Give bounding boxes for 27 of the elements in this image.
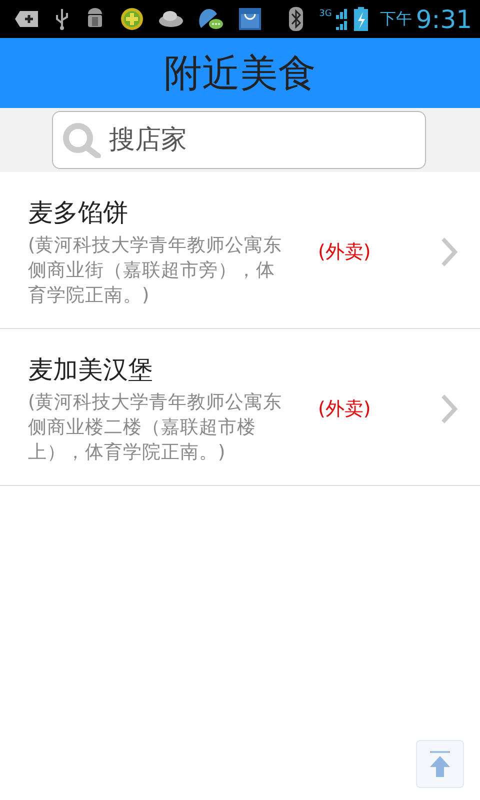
bluetooth-icon (289, 7, 304, 31)
search-icon (62, 122, 104, 158)
restaurant-name: 麦多馅饼 (28, 197, 129, 229)
arrow-up-icon (427, 750, 453, 778)
network-type: 3G (319, 8, 332, 18)
shopping-bag-icon (238, 6, 262, 32)
clock-time: 9:31 (416, 4, 472, 34)
restaurant-item[interactable]: 麦加美汉堡 (黄河科技大学青年教师公寓东侧商业楼二楼（嘉联超市楼上），体育学院正南。) (外卖) (0, 329, 480, 486)
plus-circle-icon (120, 7, 144, 31)
restaurant-address: (黄河科技大学青年教师公寓东侧商业街（嘉联超市旁），体育学院正南。) (28, 234, 284, 308)
restaurant-address: (黄河科技大学青年教师公寓东侧商业楼二楼（嘉联超市楼上），体育学院正南。) (28, 391, 284, 465)
signal-icon (336, 7, 350, 31)
chevron-right-icon (440, 236, 458, 268)
add-notification-icon (14, 8, 40, 30)
delivery-tag: (外卖) (318, 396, 440, 422)
delivery-tag: (外卖) (318, 239, 440, 265)
restaurant-name: 麦加美汉堡 (28, 354, 154, 386)
cloud-icon (158, 9, 184, 29)
search-field[interactable]: 搜店家 (52, 111, 426, 169)
time-period: 下午 (380, 8, 412, 30)
back-to-top-button[interactable] (416, 740, 464, 788)
usb-icon (54, 7, 70, 31)
restaurant-item[interactable]: 麦多馅饼 (黄河科技大学青年教师公寓东侧商业街（嘉联超市旁），体育学院正南。) (外卖) (0, 172, 480, 329)
chevron-right-icon (440, 393, 458, 425)
chat-bubble-icon (198, 6, 224, 32)
page-title: 附近美食 (164, 50, 316, 96)
battery-charging-icon (354, 7, 368, 31)
